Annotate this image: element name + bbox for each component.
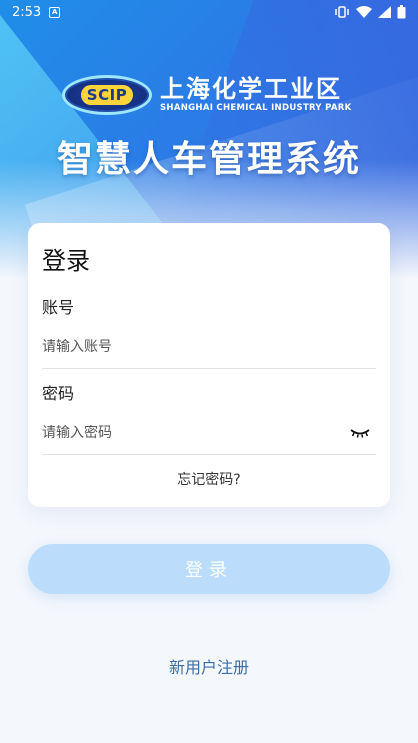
system-title: 智慧人车管理系统 <box>56 139 361 180</box>
wifi-icon <box>356 6 372 18</box>
login-button[interactable]: 登录 <box>28 544 390 594</box>
brand-name-cn: 上海化学工业区 <box>160 75 342 103</box>
account-label: 账号 <box>42 298 75 317</box>
password-field-wrapper <box>42 411 376 455</box>
account-input[interactable] <box>42 338 376 355</box>
eye-closed-icon[interactable] <box>350 427 370 439</box>
forgot-password-link[interactable]: 忘记密码? <box>42 469 376 489</box>
vibrate-icon <box>335 6 349 18</box>
register-link[interactable]: 新用户注册 <box>0 654 418 678</box>
sim-icon: A <box>49 6 61 18</box>
account-field-wrapper <box>42 325 376 369</box>
scip-badge-text: SCIP <box>80 85 134 105</box>
signal-icon <box>378 6 391 18</box>
login-card: 登录 账号 密码 忘记密码? <box>28 223 390 507</box>
password-input[interactable] <box>42 424 376 441</box>
brand-name-en: SHANGHAI CHEMICAL INDUSTRY PARK <box>160 103 352 113</box>
status-time: 2:53 <box>12 4 42 20</box>
status-bar: 2:53 A <box>0 0 418 24</box>
scip-logo-icon: SCIP <box>62 75 152 115</box>
brand-logo: SCIP 上海化学工业区 SHANGHAI CHEMICAL INDUSTRY … <box>62 72 352 118</box>
battery-icon <box>397 5 406 19</box>
password-label: 密码 <box>42 384 75 403</box>
login-card-title: 登录 <box>42 247 90 275</box>
